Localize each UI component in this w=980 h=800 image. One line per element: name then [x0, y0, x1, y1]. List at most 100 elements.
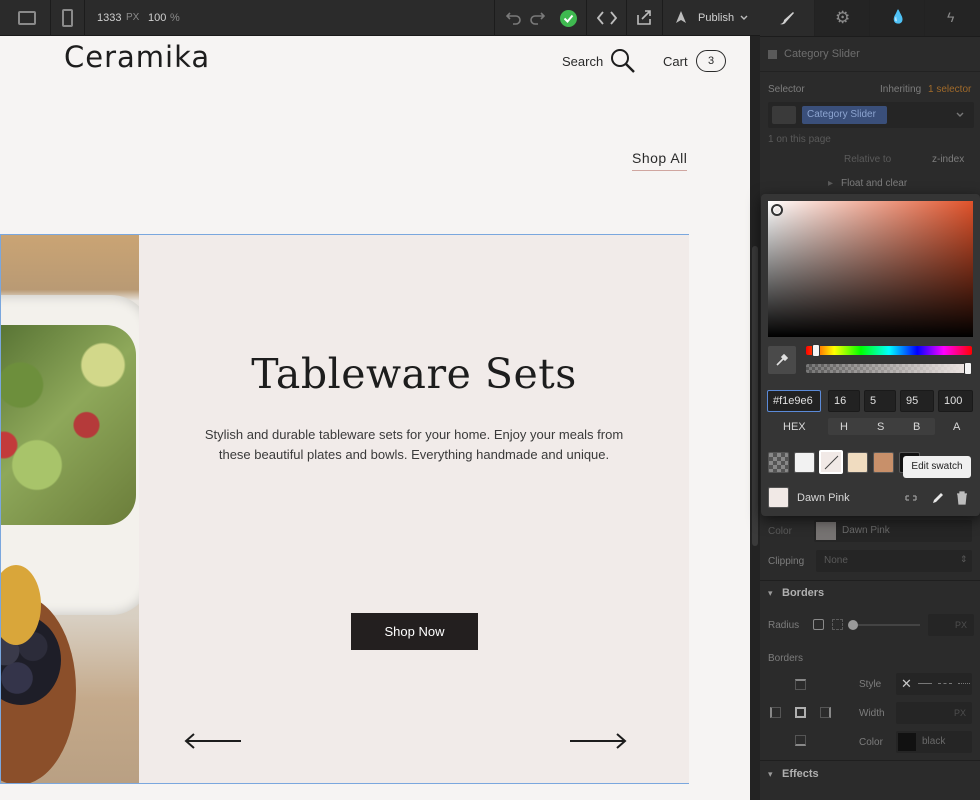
style-dashed-icon[interactable]: [938, 683, 952, 684]
search-icon[interactable]: [610, 48, 636, 74]
trash-icon[interactable]: [956, 491, 968, 505]
swatch[interactable]: [873, 452, 894, 473]
check-status-icon[interactable]: [560, 10, 577, 27]
float-clear-label[interactable]: Float and clear: [841, 178, 907, 189]
category-slider[interactable]: Tableware Sets Stylish and durable table…: [0, 234, 689, 784]
canvas-width-value[interactable]: 1333: [97, 12, 121, 24]
border-color-field[interactable]: black: [896, 731, 972, 753]
zoom-value[interactable]: 100: [148, 12, 166, 24]
radius-individual-icon[interactable]: [832, 619, 843, 630]
pencil-icon[interactable]: [931, 491, 945, 505]
hex-input[interactable]: #f1e9e6: [767, 390, 821, 412]
redo-icon[interactable]: [529, 11, 545, 25]
saturation-input[interactable]: 5: [864, 390, 896, 412]
shop-all-link[interactable]: Shop All: [632, 150, 688, 171]
b-label: B: [913, 421, 921, 433]
unlink-icon[interactable]: [904, 491, 918, 505]
arrow-right-icon[interactable]: [569, 732, 627, 750]
swatch-name[interactable]: Dawn Pink: [797, 492, 850, 504]
clipping-value: None: [824, 555, 848, 566]
hue-slider[interactable]: [806, 344, 972, 357]
brightness-input[interactable]: 95: [900, 390, 934, 412]
cart-link[interactable]: Cart: [663, 54, 688, 69]
border-style-group[interactable]: ✕: [896, 673, 972, 695]
swatch[interactable]: [847, 452, 868, 473]
hue-input[interactable]: 16: [828, 390, 860, 412]
border-color-swatch: [898, 733, 916, 751]
borders-section-title[interactable]: Borders: [782, 587, 824, 599]
style-none-icon[interactable]: ✕: [901, 676, 912, 692]
mobile-breakpoint-icon[interactable]: [62, 9, 73, 27]
color-field[interactable]: Dawn Pink: [814, 520, 972, 542]
border-left-icon[interactable]: [770, 707, 781, 718]
alpha-handle[interactable]: [964, 362, 972, 375]
alpha-input[interactable]: 100: [938, 390, 973, 412]
selector-chip[interactable]: Category Slider: [802, 106, 887, 124]
top-toolbar: 1333 PX 100 % Publish: [0, 0, 760, 36]
clipping-label: Clipping: [768, 556, 805, 567]
selector-field[interactable]: Category Slider: [768, 102, 974, 128]
tab-lightning[interactable]: ϟ: [925, 0, 980, 36]
tab-settings[interactable]: ⚙: [815, 0, 870, 36]
design-canvas[interactable]: Ceramika Search Cart 3 Shop All Tablewar…: [0, 36, 750, 800]
alpha-slider[interactable]: [806, 362, 972, 375]
slide-description[interactable]: Stylish and durable tableware sets for y…: [204, 425, 624, 465]
style-solid-icon[interactable]: [918, 683, 932, 684]
effects-section-title[interactable]: Effects: [782, 768, 819, 780]
shop-now-label: Shop Now: [384, 624, 445, 639]
selector-page-count: 1 on this page: [768, 134, 831, 145]
tooltip-text: Edit swatch: [911, 461, 963, 472]
slide-title[interactable]: Tableware Sets: [139, 350, 689, 398]
color-label: Color: [768, 526, 792, 537]
export-icon[interactable]: [635, 9, 653, 26]
swatch[interactable]: [794, 452, 815, 473]
eyedropper-button[interactable]: [768, 346, 796, 374]
hue-handle[interactable]: [812, 344, 820, 357]
gear-icon: ⚙: [835, 8, 851, 27]
tab-style[interactable]: [760, 0, 815, 36]
color-cursor[interactable]: [771, 204, 783, 216]
cart-count-badge[interactable]: 3: [696, 50, 726, 72]
borders-label: Borders: [768, 653, 804, 664]
border-top-icon[interactable]: [795, 679, 806, 690]
shop-all-label: Shop All: [632, 150, 688, 166]
saturation-brightness-area[interactable]: [768, 201, 973, 337]
border-bottom-icon[interactable]: [795, 735, 806, 746]
tab-interactions[interactable]: 💧: [870, 0, 925, 36]
transparent-swatch[interactable]: [768, 452, 789, 473]
search-link[interactable]: Search: [562, 54, 603, 69]
radius-input[interactable]: PX: [928, 614, 974, 636]
hex-mode-label[interactable]: HEX: [783, 421, 806, 433]
chevron-down-icon[interactable]: [740, 15, 748, 21]
undo-icon[interactable]: [506, 11, 522, 25]
inheriting-count[interactable]: 1 selector: [928, 84, 971, 95]
publish-button[interactable]: Publish: [698, 12, 734, 24]
clipping-select[interactable]: None ⇕: [816, 550, 972, 572]
selector-style-icon: [772, 106, 796, 124]
border-width-unit: PX: [954, 708, 967, 718]
cart-count: 3: [707, 55, 715, 67]
radius-slider[interactable]: [848, 620, 920, 630]
eyedropper-icon: [776, 353, 789, 366]
element-icon: [768, 50, 777, 59]
desktop-breakpoint-icon[interactable]: [18, 11, 36, 25]
selector-label: Selector: [768, 84, 805, 95]
arrow-left-icon[interactable]: [184, 732, 242, 750]
effects-caret: ▾: [768, 769, 773, 779]
edit-swatch-tooltip: Edit swatch: [903, 456, 971, 478]
shop-now-button[interactable]: Shop Now: [351, 613, 478, 650]
canvas-scrollbar[interactable]: [750, 36, 760, 800]
site-logo[interactable]: Ceramika: [64, 40, 210, 74]
chevron-down-icon[interactable]: [956, 112, 964, 118]
style-dotted-icon[interactable]: [958, 683, 970, 684]
style-label: Style: [859, 679, 882, 690]
border-all-icon[interactable]: [795, 707, 806, 718]
border-right-icon[interactable]: [820, 707, 831, 718]
publish-rocket-icon[interactable]: [673, 10, 689, 26]
code-icon[interactable]: [597, 11, 617, 25]
swatch-selected[interactable]: [819, 450, 843, 474]
border-width-input[interactable]: PX: [896, 702, 972, 724]
radius-all-icon[interactable]: [813, 619, 824, 630]
salad: [1, 325, 136, 525]
color-value: Dawn Pink: [842, 525, 890, 536]
